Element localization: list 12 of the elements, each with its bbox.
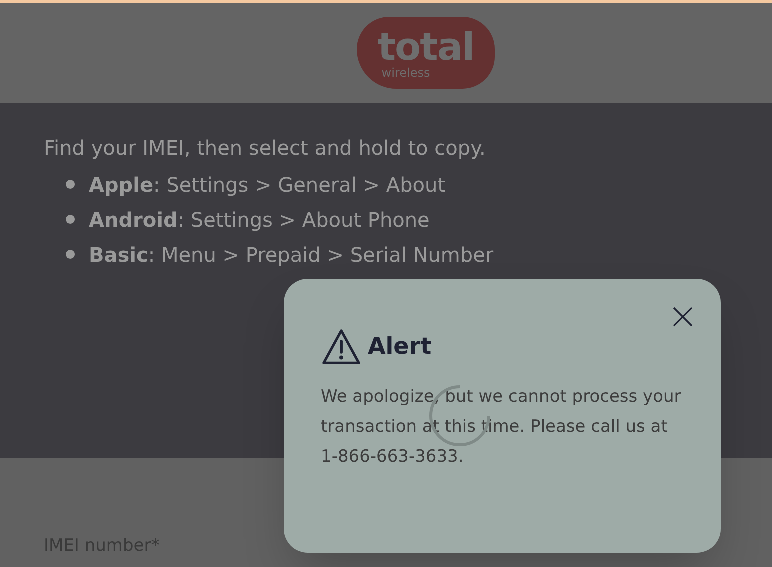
logo-wordmark: total [378, 26, 474, 66]
alert-title: Alert [368, 333, 432, 362]
instruction-step: Android: Settings > About Phone [89, 204, 430, 234]
instruction-step: Apple: Settings > General > About [89, 170, 446, 200]
instructions-text: Find your IMEI, then select and hold to copy. [44, 135, 487, 162]
bullet-icon [66, 250, 75, 259]
close-icon [671, 305, 695, 329]
bullet-icon [66, 180, 75, 189]
instruction-step: Basic: Menu > Prepaid > Serial Number [89, 240, 494, 270]
logo-tagline: wireless [382, 66, 430, 80]
close-button[interactable] [671, 305, 695, 329]
bullet-icon [66, 215, 75, 224]
